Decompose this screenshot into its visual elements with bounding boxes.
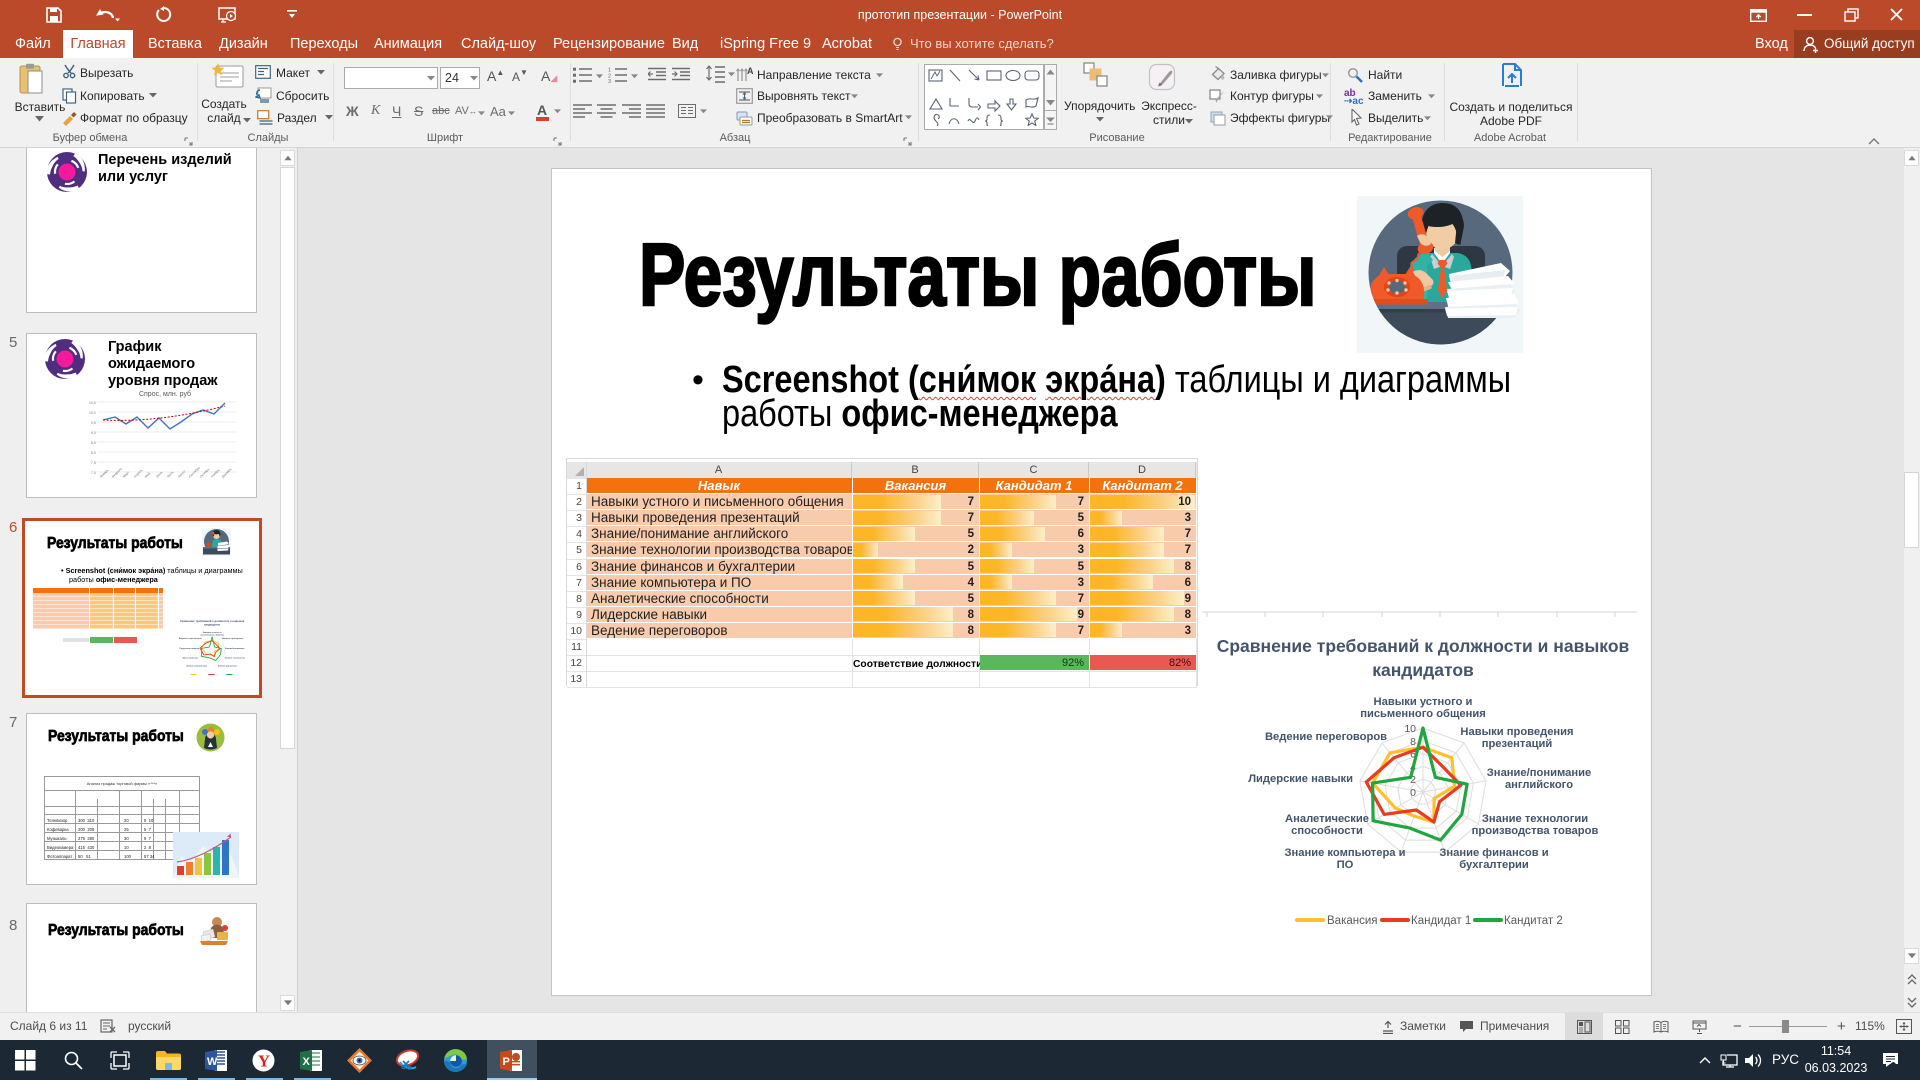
svg-text:Сравнение требований к должнос: Сравнение требований к должности и навык… (180, 619, 245, 623)
svg-text:Знание технологии: Знание технологии (225, 658, 246, 660)
svg-text:Знание финансов и: Знание финансов и (1439, 847, 1548, 859)
svg-text:способности: способности (1291, 825, 1363, 837)
svg-text:Май: Май (144, 471, 151, 478)
svg-text:Вакансия: Вакансия (1327, 915, 1378, 927)
svg-text:Знание/понимание: Знание/понимание (1487, 767, 1591, 779)
svg-text:Сравнение требований к должнос: Сравнение требований к должности и навык… (1217, 636, 1630, 656)
svg-text:A: A (747, 66, 753, 76)
svg-text:кандидатов: кандидатов (204, 623, 220, 626)
svg-text:Знание компьютера и: Знание компьютера и (1284, 847, 1405, 859)
svg-text:английского: английского (1505, 779, 1573, 791)
svg-text:презентаций: презентаций (1482, 738, 1553, 750)
svg-text:10,5: 10,5 (89, 401, 96, 405)
svg-text:Спрос, млн. руб: Спрос, млн. руб (139, 390, 191, 398)
svg-text:Навыки проведения: Навыки проведения (1460, 726, 1573, 738)
svg-text:Ведение переговоров: Ведение переговоров (179, 638, 203, 640)
svg-text:Ноябрь: Ноябрь (210, 468, 221, 479)
svg-text:Навыки устного и: Навыки устного и (1374, 696, 1473, 708)
svg-text:10: 10 (1404, 723, 1416, 735)
svg-text:Ведение переговоров: Ведение переговоров (1265, 731, 1387, 743)
svg-text:0: 0 (1410, 787, 1416, 799)
svg-text:P: P (503, 1056, 510, 1068)
svg-text:Аналетические: Аналетические (182, 657, 199, 660)
svg-text:Знание/понимание: Знание/понимание (225, 648, 246, 650)
svg-text:Кандитат 2: Кандитат 2 (1504, 915, 1563, 927)
svg-text:производства товаров: производства товаров (1472, 825, 1599, 837)
svg-text:9,5: 9,5 (91, 421, 96, 425)
svg-text:Знание компьютера: Знание компьютера (186, 666, 208, 668)
svg-text:Март: Март (122, 470, 131, 479)
svg-text:письменного общения: письменного общения (1360, 708, 1486, 720)
svg-text:Навыки проведения: Навыки проведения (222, 638, 244, 640)
svg-text:Навыки устного и: Навыки устного и (203, 632, 222, 634)
svg-text:8,0: 8,0 (91, 451, 96, 455)
svg-text:Лидерские навыки: Лидерские навыки (1248, 773, 1353, 785)
svg-text:7,5: 7,5 (91, 461, 96, 465)
svg-text:Знание технологии: Знание технологии (1482, 813, 1588, 825)
svg-text:8,5: 8,5 (91, 441, 96, 445)
svg-text:бухгалтерии: бухгалтерии (1459, 859, 1529, 871)
svg-text:Кандидат 1: Кандидат 1 (1411, 915, 1471, 927)
svg-text:Февраль: Февраль (111, 466, 123, 478)
svg-text:Июль: Июль (166, 470, 175, 479)
svg-text:Y: Y (258, 1052, 270, 1071)
svg-text:Июнь: Июнь (155, 470, 164, 479)
svg-text:ПО: ПО (1337, 859, 1354, 871)
svg-text:кандидатов: кандидатов (1372, 660, 1474, 680)
svg-text:10,0: 10,0 (89, 411, 96, 415)
svg-text:Лидерские навыки: Лидерские навыки (179, 648, 199, 650)
svg-text:Январь: Январь (99, 468, 110, 479)
svg-text:9,0: 9,0 (91, 431, 96, 435)
svg-text:Аналетические: Аналетические (1285, 813, 1369, 825)
svg-text:3: 3 (608, 79, 611, 83)
svg-text:Август: Август (177, 469, 187, 479)
svg-text:X: X (303, 1056, 311, 1068)
svg-text:8: 8 (1410, 736, 1416, 748)
svg-text:W: W (207, 1056, 218, 1068)
svg-text:Апрель: Апрель (133, 468, 144, 479)
svg-text:Декабрь: Декабрь (221, 467, 233, 479)
svg-text:7,0: 7,0 (91, 471, 96, 475)
svg-text:Знание финансов: Знание финансов (218, 665, 237, 668)
